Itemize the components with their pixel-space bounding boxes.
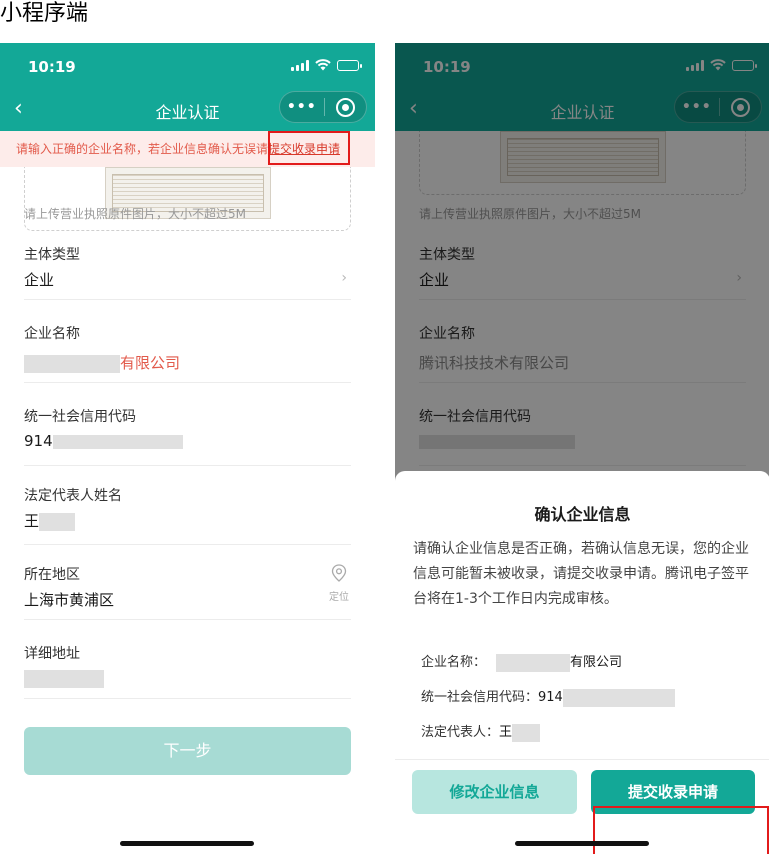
- legal-rep-prefix: 王: [24, 512, 40, 530]
- redacted-mask: [24, 354, 120, 373]
- home-indicator: [515, 841, 649, 846]
- field-value: 王: [24, 510, 76, 531]
- battery-icon: [337, 59, 362, 71]
- dialog-legal-prefix: 王: [499, 725, 513, 740]
- status-bar: 10:19: [0, 43, 375, 87]
- dialog-info-list: 企业名称： 有限公司 统一社会信用代码：914 法定代表人：王: [395, 631, 769, 759]
- field-label: 企业名称: [24, 326, 80, 342]
- redacted-mask: [52, 434, 183, 449]
- confirm-dialog: 确认企业信息 请确认企业信息是否正确，若确认信息无误，您的企业信息可能暂未被收录…: [395, 471, 769, 854]
- field-label: 详细地址: [24, 646, 80, 662]
- redacted-mask: [496, 653, 571, 672]
- dialog-legal-label: 法定代表人：: [421, 725, 500, 740]
- redacted-mask: [24, 669, 104, 688]
- dialog-credit-label: 统一社会信用代码：: [421, 690, 539, 705]
- locate-label: 定位: [329, 592, 349, 603]
- phone-screen-confirm-dialog: 10:19 ‹ 企业认证 ••• 请上传营业执照原件图片，大小不超过5M 主体类…: [395, 43, 769, 854]
- region-field[interactable]: 所在地区 上海市黄浦区 定位: [24, 564, 351, 620]
- more-icon[interactable]: •••: [280, 99, 324, 115]
- field-label: 所在地区: [24, 567, 80, 583]
- address-field[interactable]: 详细地址: [24, 643, 351, 699]
- field-value: [24, 669, 104, 688]
- phone-screen-form: 10:19 ‹ 企业认证 ••• 请输入正确的企业名称，若企业信息确认无误请提交…: [0, 43, 375, 854]
- home-indicator: [120, 841, 254, 846]
- dialog-credit-prefix: 914: [538, 690, 563, 705]
- highlight-box: [268, 131, 350, 165]
- field-value: 914: [24, 432, 183, 450]
- dialog-title: 确认企业信息: [534, 505, 631, 524]
- redacted-mask: [512, 723, 541, 742]
- notice-text: 请输入正确的企业名称，若企业信息确认无误请: [16, 142, 269, 156]
- signal-icon: [291, 59, 309, 71]
- company-name-suffix: 有限公司: [120, 354, 181, 372]
- wifi-icon: [315, 59, 331, 71]
- field-value: 企业: [24, 271, 55, 289]
- legal-rep-field[interactable]: 法定代表人姓名 王: [24, 485, 351, 545]
- dialog-divider: [395, 759, 769, 760]
- subject-type-field[interactable]: 主体类型 企业 ›: [24, 244, 351, 300]
- location-pin-icon: [331, 564, 347, 582]
- mini-program-capsule: •••: [279, 91, 367, 123]
- chevron-right-icon: ›: [341, 270, 347, 286]
- redacted-mask: [562, 688, 675, 707]
- redacted-mask: [39, 512, 76, 531]
- dialog-description: 请确认企业信息是否正确，若确认信息无误，您的企业信息可能暂未被收录，请提交收录申…: [413, 541, 749, 607]
- upload-hint: 请上传营业执照原件图片，大小不超过5M: [24, 207, 246, 221]
- field-label: 统一社会信用代码: [24, 409, 136, 425]
- field-value: 上海市黄浦区: [24, 591, 115, 609]
- dialog-company-suffix: 有限公司: [570, 655, 623, 670]
- field-value: 有限公司: [24, 352, 180, 373]
- dialog-company-label: 企业名称：: [421, 655, 487, 670]
- dialog-credit-row: 统一社会信用代码：914: [421, 686, 675, 707]
- status-icons: [291, 59, 362, 71]
- credit-code-field[interactable]: 统一社会信用代码 914: [24, 406, 351, 466]
- dialog-legal-row: 法定代表人：王: [421, 721, 541, 742]
- field-label: 法定代表人姓名: [24, 488, 122, 504]
- status-time: 10:19: [28, 58, 76, 76]
- page-title: 小程序端: [0, 1, 89, 26]
- modify-info-button[interactable]: 修改企业信息: [412, 770, 577, 814]
- next-button[interactable]: 下一步: [24, 727, 351, 775]
- company-name-field[interactable]: 企业名称 有限公司: [24, 323, 351, 383]
- credit-code-prefix: 914: [24, 432, 53, 450]
- nav-bar: ‹ 企业认证 •••: [0, 87, 375, 131]
- locate-button[interactable]: 定位: [327, 564, 351, 603]
- close-mini-program-icon[interactable]: [324, 97, 366, 117]
- highlight-box: [593, 806, 769, 854]
- field-label: 主体类型: [24, 247, 80, 263]
- dialog-company-row: 企业名称： 有限公司: [421, 651, 622, 672]
